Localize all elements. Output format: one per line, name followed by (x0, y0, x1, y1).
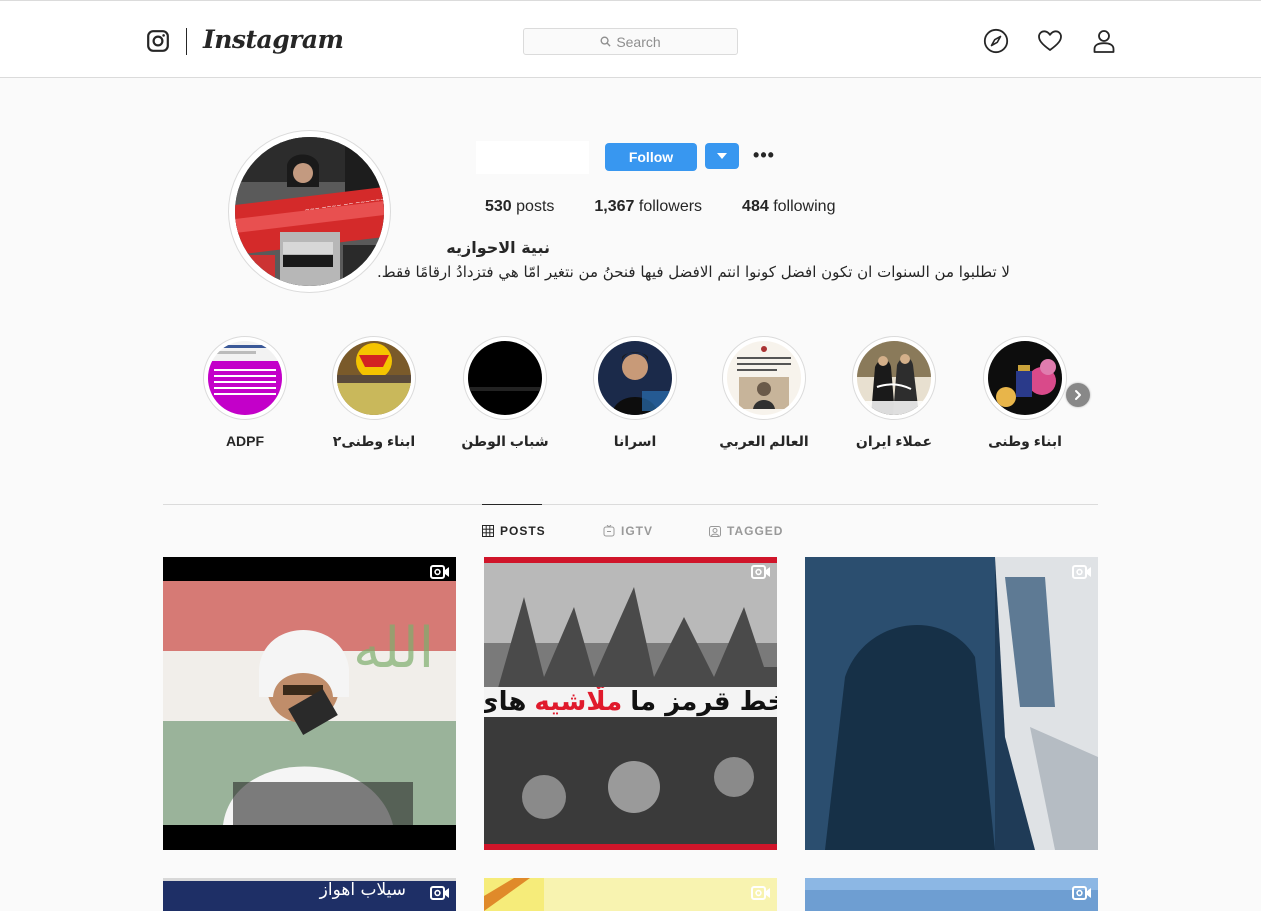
profile-avatar[interactable]: ~~~ ~~~~ ~~ ~~~~~~ (235, 137, 384, 286)
stat-followers[interactable]: 1,367 followers (594, 198, 702, 216)
overlay-prefix-text: های (484, 687, 531, 717)
highlight-label: عملاء ایران (855, 433, 933, 449)
highlight-cover (208, 341, 282, 415)
video-camera-icon (430, 886, 449, 900)
highlight-cover (988, 341, 1062, 415)
highlight-item[interactable]: العالم العربي (719, 336, 809, 449)
post-thumbnail[interactable]: الله (163, 557, 456, 850)
highlight-cover (598, 341, 672, 415)
highlight-item[interactable]: شباب الوطن (461, 336, 549, 449)
highlight-item[interactable]: ابناء وطنی (983, 336, 1067, 449)
svg-text:الله: الله (353, 616, 434, 681)
tagged-icon (709, 526, 721, 537)
highlight-item[interactable]: اسرانا (593, 336, 677, 449)
stat-following[interactable]: 484 following (742, 198, 835, 216)
profile-stats: 530 posts 1,367 followers 484 following (485, 198, 875, 216)
compass-icon[interactable] (983, 28, 1009, 54)
highlight-item[interactable]: ابناء وطنی۲ (332, 336, 416, 449)
highlight-ring (332, 336, 416, 420)
video-camera-icon (751, 565, 770, 579)
highlight-ring (593, 336, 677, 420)
highlight-label: العالم العربي (719, 433, 809, 449)
highlight-cover (727, 341, 801, 415)
tabs-divider (163, 504, 1098, 505)
video-camera-icon (1072, 565, 1091, 579)
igtv-icon (603, 525, 615, 537)
caret-down-icon (717, 152, 727, 159)
active-tab-indicator (482, 504, 542, 505)
instagram-wordmark[interactable]: Instagram (203, 25, 344, 54)
overlay-dark-text: خط قرمز ما (626, 687, 777, 717)
highlight-ring (722, 336, 806, 420)
following-count: 484 (742, 198, 769, 215)
stat-posts: 530 posts (485, 198, 554, 216)
highlight-label: اسرانا (613, 433, 657, 449)
top-navigation-bar: Instagram Search (0, 0, 1261, 78)
post-thumbnail[interactable] (805, 557, 1098, 850)
tab-igtv-label: IGTV (621, 524, 654, 538)
post-thumbnail[interactable]: خط قرمز ما ملّاشيه های (484, 557, 777, 850)
highlight-label: ابناء وطنی (988, 433, 1062, 449)
tab-tagged[interactable]: TAGGED (709, 524, 783, 538)
video-camera-icon (751, 886, 770, 900)
post-text-overlay: خط قرمز ما ملّاشيه های (484, 687, 777, 717)
logo-divider (186, 28, 187, 55)
tab-igtv[interactable]: IGTV (603, 524, 653, 538)
tab-posts[interactable]: POSTS (482, 524, 546, 538)
highlight-cover (468, 341, 542, 415)
highlight-cover (857, 341, 931, 415)
profile-full-name: نبية الاحوازيه (446, 238, 550, 257)
tab-posts-label: POSTS (500, 524, 546, 538)
instagram-camera-icon[interactable] (147, 30, 169, 52)
tab-tagged-label: TAGGED (727, 524, 784, 538)
search-placeholder: Search (616, 33, 661, 50)
highlight-ring (983, 336, 1067, 420)
heart-icon[interactable] (1037, 28, 1063, 54)
username-redacted (476, 141, 589, 174)
user-icon[interactable] (1091, 28, 1117, 54)
followers-label: followers (638, 198, 703, 215)
highlight-label: ابناء وطنی۲ (332, 433, 416, 449)
suggested-dropdown-button[interactable] (705, 143, 739, 169)
highlight-item[interactable]: عملاء ایران (852, 336, 936, 449)
posts-label: posts (516, 198, 555, 215)
grid-icon (482, 525, 494, 537)
search-input[interactable]: Search (523, 28, 738, 55)
highlight-ring (463, 336, 547, 420)
more-options-button[interactable]: ••• (752, 143, 776, 167)
video-camera-icon (430, 565, 449, 579)
highlight-ring (203, 336, 287, 420)
overlay-red-text: ملّاشيه (530, 687, 627, 717)
highlights-next-button[interactable] (1066, 383, 1090, 407)
followers-count: 1,367 (594, 198, 635, 215)
post-thumbnail[interactable]: سيلاب اهواز (163, 878, 456, 911)
highlight-label: ADPF (225, 433, 265, 449)
highlight-label: شباب الوطن (461, 433, 549, 449)
highlight-item[interactable]: ADPF (203, 336, 287, 449)
posts-count: 530 (485, 198, 512, 215)
chevron-right-icon (1075, 390, 1081, 400)
post-title-text: سيلاب اهواز (319, 880, 406, 900)
post-thumbnail[interactable] (805, 878, 1098, 911)
follow-button[interactable]: Follow (605, 143, 697, 171)
search-icon (600, 36, 611, 47)
following-label: following (773, 198, 836, 215)
profile-bio: لا تطلبوا من السنوات ان تكون افضل كونوا … (377, 263, 1010, 281)
highlight-ring (852, 336, 936, 420)
post-thumbnail[interactable] (484, 878, 777, 911)
highlight-cover (337, 341, 411, 415)
video-camera-icon (1072, 886, 1091, 900)
